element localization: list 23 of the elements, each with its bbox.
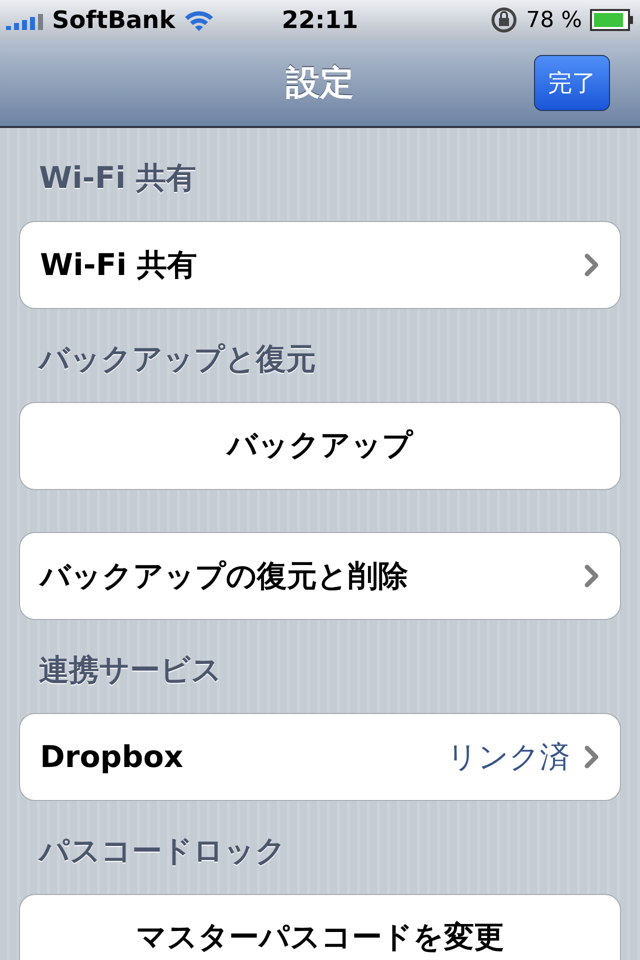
rotation-lock-icon bbox=[490, 6, 518, 34]
settings-row[interactable]: バックアップの復元と削除 bbox=[19, 532, 621, 620]
row-label: バックアップの復元と削除 bbox=[40, 558, 409, 596]
clock-time: 22:11 bbox=[282, 5, 358, 36]
section-header: 連携サービス bbox=[39, 652, 222, 690]
battery-percent: 78 % bbox=[526, 6, 582, 34]
settings-button[interactable]: マスターパスコードを変更 bbox=[19, 894, 621, 960]
done-button[interactable]: 完了 bbox=[534, 55, 610, 111]
chevron-right-icon bbox=[584, 564, 600, 588]
section-header: バックアップと復元 bbox=[39, 341, 316, 379]
nav-title: 設定 bbox=[286, 62, 354, 104]
section-header: パスコードロック bbox=[39, 833, 286, 871]
carrier-name: SoftBank bbox=[52, 5, 176, 36]
row-label: Wi-Fi 共有 bbox=[40, 246, 198, 284]
section-header: Wi-Fi 共有 bbox=[39, 160, 196, 198]
settings-button[interactable]: バックアップ bbox=[19, 402, 621, 490]
battery-icon bbox=[590, 9, 634, 31]
row-label: Dropbox bbox=[40, 738, 184, 776]
chevron-right-icon bbox=[584, 253, 600, 277]
row-detail: リンク済 bbox=[447, 738, 570, 776]
settings-row[interactable]: Wi-Fi 共有 bbox=[19, 221, 621, 309]
chevron-right-icon bbox=[584, 745, 600, 769]
settings-row[interactable]: Dropbox リンク済 bbox=[19, 713, 621, 801]
